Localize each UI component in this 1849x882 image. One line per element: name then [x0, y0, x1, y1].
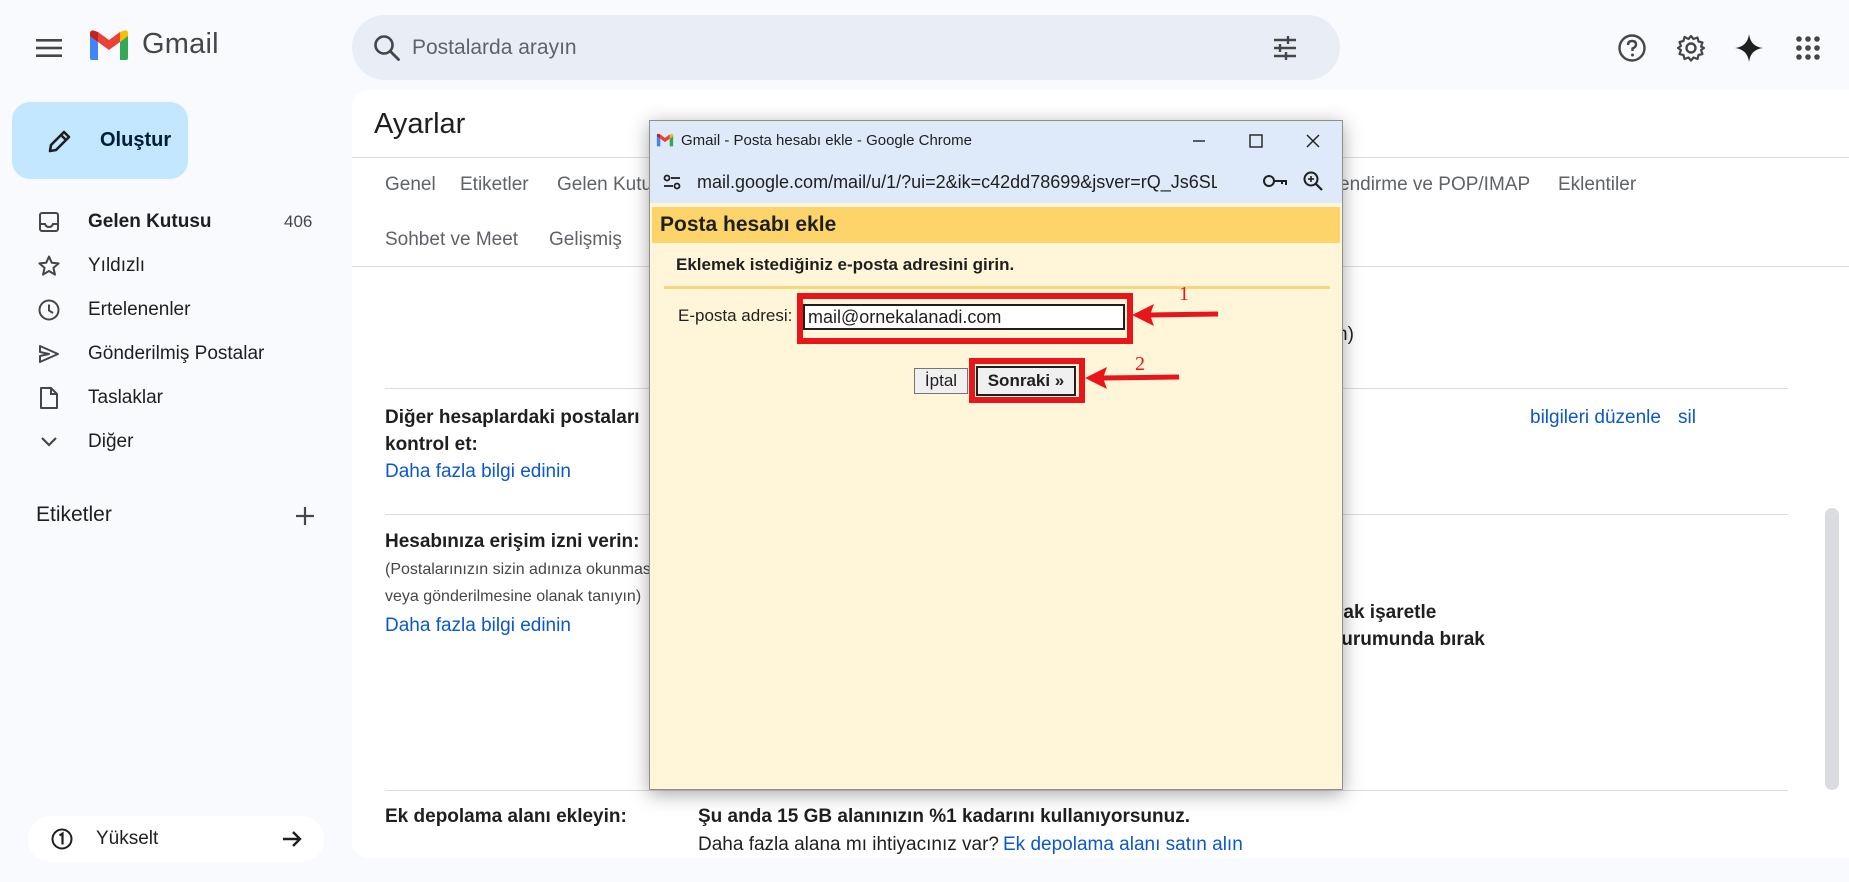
leave-unread-option[interactable]: lurumunda bırak	[1336, 626, 1485, 653]
email-label: E-posta adresi:	[678, 306, 793, 325]
chevron-down-icon	[36, 429, 62, 455]
sidebar-item-label: Gönderilmiş Postalar	[88, 343, 265, 364]
search-input[interactable]	[412, 15, 1212, 80]
grant-access-desc-2: veya gönderilmesine olanak tanıyın)	[385, 588, 642, 605]
top-bar: Gmail	[0, 0, 1849, 96]
popup-header: Posta hesabı ekle	[652, 207, 1340, 243]
sidebar-item-inbox[interactable]: Gelen Kutusu 406	[0, 200, 340, 244]
tab-labels[interactable]: Etiketler	[460, 174, 529, 196]
url-text[interactable]: mail.google.com/mail/u/1/?ui=2&ik=c42dd7…	[697, 172, 1217, 193]
send-icon	[36, 341, 62, 367]
learn-more-link-2[interactable]: Daha fazla bilgi edinin	[385, 615, 571, 637]
pencil-icon	[48, 130, 71, 153]
annotation-arrow-2-icon	[1085, 367, 1180, 389]
site-info-icon[interactable]	[662, 172, 682, 192]
upgrade-button[interactable]: Yükselt	[28, 816, 324, 862]
minimize-icon[interactable]	[1170, 121, 1228, 161]
upgrade-icon	[51, 828, 73, 850]
upgrade-label: Yükselt	[96, 828, 159, 849]
search-icon[interactable]	[372, 33, 402, 63]
compose-button[interactable]: Oluştur	[12, 102, 188, 179]
annotation-number-1: 1	[1179, 283, 1189, 305]
window-title: Gmail - Posta hesabı ekle - Google Chrom…	[681, 132, 972, 149]
key-icon[interactable]	[1262, 171, 1288, 191]
window-titlebar[interactable]: Gmail - Posta hesabı ekle - Google Chrom…	[650, 121, 1342, 161]
sidebar-item-label: Gelen Kutusu	[88, 211, 212, 232]
sidebar-item-more[interactable]: Diğer	[0, 420, 340, 464]
app-name: Gmail	[142, 28, 219, 60]
edit-info-link[interactable]: bilgileri düzenle	[1530, 407, 1661, 429]
clock-icon	[36, 297, 62, 323]
tab-general[interactable]: Genel	[385, 174, 436, 196]
star-icon	[36, 253, 62, 279]
compose-label: Oluştur	[100, 129, 172, 151]
gemini-icon[interactable]	[1727, 26, 1771, 70]
sidebar-item-snoozed[interactable]: Ertelenenler	[0, 288, 340, 332]
inbox-count: 406	[284, 212, 313, 231]
mark-read-option[interactable]: rak işaretle	[1336, 599, 1436, 626]
zoom-icon[interactable]	[1302, 170, 1324, 192]
sidebar-item-label: Ertelenenler	[88, 299, 191, 320]
grant-access-desc: (Postalarınızın sizin adınıza okunmas	[385, 561, 651, 578]
sidebar-item-label: Taslaklar	[88, 387, 163, 408]
scrollbar[interactable]	[1825, 508, 1839, 790]
storage-title: Ek depolama alanı ekleyin:	[385, 806, 627, 827]
tab-forwarding-pop-imap[interactable]: endirme ve POP/IMAP	[1339, 174, 1530, 196]
maximize-icon[interactable]	[1227, 121, 1285, 161]
draft-icon	[36, 385, 62, 411]
learn-more-link[interactable]: Daha fazla bilgi edinin	[385, 461, 571, 483]
cancel-button[interactable]: İptal	[914, 368, 968, 394]
inbox-icon	[36, 209, 62, 235]
address-bar[interactable]: mail.google.com/mail/u/1/?ui=2&ik=c42dd7…	[650, 161, 1342, 203]
popup-instruction: Eklemek istediğiniz e-posta adresini gir…	[676, 255, 1015, 274]
popup-heading: Posta hesabı ekle	[660, 213, 837, 236]
arrow-right-icon	[283, 831, 302, 847]
tab-chat-meet[interactable]: Sohbet ve Meet	[385, 229, 518, 251]
sidebar-item-drafts[interactable]: Taslaklar	[0, 376, 340, 420]
tab-inbox[interactable]: Gelen Kutu	[557, 174, 652, 196]
gmail-favicon-icon	[656, 133, 674, 147]
settings-icon[interactable]	[1669, 26, 1713, 70]
sidebar-item-starred[interactable]: Yıldızlı	[0, 244, 340, 288]
sidebar-item-label: Yıldızlı	[88, 255, 146, 276]
gmail-m-icon	[90, 29, 128, 60]
highlight-box-next	[969, 358, 1085, 403]
filter-icon[interactable]	[1270, 33, 1300, 63]
search-bar[interactable]	[352, 15, 1340, 80]
annotation-arrow-1-icon	[1132, 304, 1219, 326]
sidebar-item-sent[interactable]: Gönderilmiş Postalar	[0, 332, 340, 376]
tab-addons[interactable]: Eklentiler	[1558, 174, 1636, 196]
close-icon[interactable]	[1284, 121, 1342, 161]
apps-icon[interactable]	[1786, 26, 1830, 70]
page-title: Ayarlar	[374, 108, 466, 140]
gmail-logo[interactable]: Gmail	[88, 28, 219, 61]
sidebar-item-label: Diğer	[88, 431, 134, 452]
labels-heading: Etiketler	[36, 503, 112, 526]
grant-access-title: Hesabınıza erişim izni verin:	[385, 531, 640, 552]
annotation-number-2: 2	[1135, 353, 1145, 375]
help-icon[interactable]	[1610, 26, 1654, 70]
other-accounts-title-2: kontrol et:	[385, 434, 478, 455]
buy-storage-link[interactable]: Ek depolama alanı satın alın	[1003, 834, 1243, 856]
other-accounts-title: Diğer hesaplardaki postaları	[385, 407, 640, 428]
storage-question: Daha fazla alana mı ihtiyacınız var?	[698, 834, 999, 855]
add-mail-account-window: Gmail - Posta hesabı ekle - Google Chrom…	[649, 120, 1343, 790]
tab-advanced[interactable]: Gelişmiş	[549, 229, 622, 251]
divider	[385, 790, 1788, 791]
menu-icon[interactable]	[28, 27, 70, 69]
highlight-box-email	[797, 293, 1133, 344]
delete-link[interactable]: sil	[1678, 407, 1696, 429]
add-label-icon[interactable]	[292, 503, 318, 529]
divider	[664, 286, 1330, 289]
storage-usage: Şu anda 15 GB alanınızın %1 kadarını kul…	[698, 806, 1191, 827]
